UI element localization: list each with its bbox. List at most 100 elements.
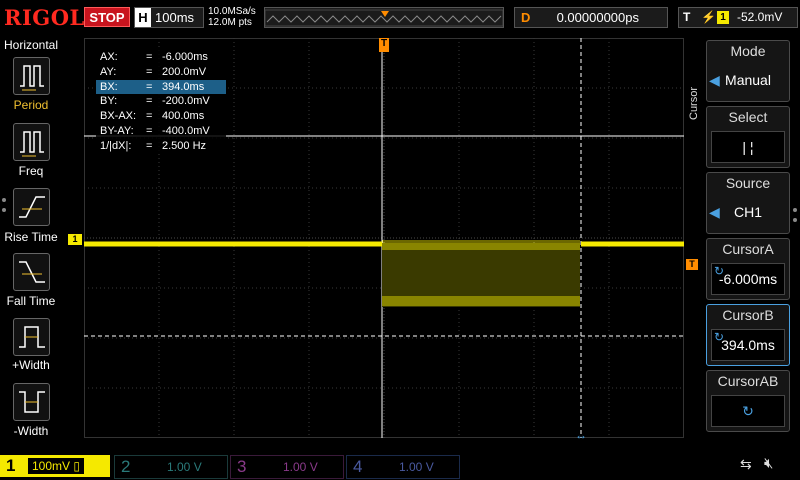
negative-width-button[interactable] xyxy=(13,383,50,421)
positive-width-button[interactable] xyxy=(13,318,50,356)
memory-overview-waveform xyxy=(265,9,503,27)
cursor-readout-row: AX: = -6.000ms xyxy=(96,50,226,65)
left-menu-title: Horizontal xyxy=(3,38,59,52)
positive-width-label: +Width xyxy=(12,358,50,372)
ch4-number: 4 xyxy=(353,457,363,476)
speaker-muted-icon[interactable]: 🔇︎ xyxy=(764,455,773,472)
readout-value: 400.0ms xyxy=(162,110,205,123)
mode-value: ◀ Manual xyxy=(709,65,785,97)
trigger-level-marker[interactable]: T xyxy=(686,259,698,270)
fall-time-label: Fall Time xyxy=(6,294,56,308)
period-label: Period xyxy=(13,98,49,112)
trigger-edge-icon: ⚡ xyxy=(701,10,716,24)
readout-equals: = xyxy=(146,80,153,93)
trigger-indicator[interactable]: T ⚡ 1 -52.0mV xyxy=(678,7,798,28)
readout-key: AX: xyxy=(100,51,118,63)
ch2-status[interactable]: 2 1.00 V xyxy=(114,455,228,479)
cursor-readout-row: AY: = 200.0mV xyxy=(96,65,226,80)
horizontal-position-icon: ↔ xyxy=(575,428,587,442)
mode-softkey[interactable]: Mode ◀ Manual xyxy=(706,40,790,102)
ch1-number: 1 xyxy=(6,456,16,475)
readout-value: 394.0ms xyxy=(162,80,205,93)
readout-value: -200.0mV xyxy=(162,95,210,108)
period-button[interactable] xyxy=(13,57,50,95)
rise-time-label: Rise Time xyxy=(4,230,58,244)
ch4-status[interactable]: 4 1.00 V xyxy=(346,455,460,479)
readout-equals: = xyxy=(146,65,153,78)
readout-value: -400.0mV xyxy=(162,124,210,137)
frequency-icon xyxy=(20,131,44,157)
readout-key: AY: xyxy=(100,65,117,78)
freq-label: Freq xyxy=(18,164,44,178)
cursor-a-title: CursorA xyxy=(722,241,774,257)
left-page-dot xyxy=(2,198,6,202)
source-value: ◀ CH1 xyxy=(709,197,785,229)
readout-key: BX: xyxy=(100,80,118,93)
cursor-b-softkey[interactable]: CursorB ↻ 394.0ms xyxy=(706,304,790,366)
left-arrow-icon: ◀ xyxy=(709,72,720,88)
cursor-b-title: CursorB xyxy=(722,307,774,323)
ch3-scale: 1.00 V xyxy=(283,460,318,474)
rise-time-icon xyxy=(19,196,45,218)
readout-key: BY-AY: xyxy=(100,124,134,137)
cursor-readout-row: BY-AY: = -400.0mV xyxy=(96,124,226,139)
memory-overview-bar[interactable] xyxy=(264,7,504,28)
select-title: Select xyxy=(728,109,768,125)
delay-indicator[interactable]: D 0.00000000ps xyxy=(514,7,668,28)
ch1-status[interactable]: 1 100mV ▯ xyxy=(0,455,110,477)
brand-logo: RIGOL xyxy=(4,5,85,30)
right-page-dot xyxy=(793,218,797,222)
readout-value: -6.000ms xyxy=(162,51,208,63)
readout-equals: = xyxy=(146,51,153,63)
readout-equals: = xyxy=(146,95,153,108)
ch2-scale: 1.00 V xyxy=(167,460,202,474)
ch3-number: 3 xyxy=(237,457,247,476)
ch3-status[interactable]: 3 1.00 V xyxy=(230,455,344,479)
delay-value: 0.00000000ps xyxy=(556,10,639,25)
sample-rate: 10.0MSa/s xyxy=(208,6,256,17)
left-page-dot xyxy=(2,208,6,212)
timebase-value: 100ms xyxy=(155,10,195,25)
timebase-label: H xyxy=(135,8,151,27)
source-softkey[interactable]: Source ◀ CH1 xyxy=(706,172,790,234)
cursor-a-softkey[interactable]: CursorA ↻ -6.000ms xyxy=(706,238,790,300)
rotate-knob-icon: ↻ xyxy=(714,264,725,278)
run-stop-indicator[interactable]: STOP xyxy=(84,7,130,27)
cursor-readout-panel: AX: = -6.000ms AY: = 200.0mV BX: = 394.0ms BY: = -2… xyxy=(96,50,226,154)
timebase-indicator[interactable]: H 100ms xyxy=(134,7,204,28)
trigger-position-marker[interactable]: T xyxy=(379,38,389,52)
rise-time-button[interactable] xyxy=(13,188,50,226)
sample-info: 10.0MSa/s 12.0M pts xyxy=(208,6,256,28)
ch4-scale: 1.00 V xyxy=(399,460,434,474)
negative-width-icon xyxy=(19,391,45,413)
fall-time-button[interactable] xyxy=(13,253,50,291)
mode-title: Mode xyxy=(730,43,766,59)
select-value: | ¦ xyxy=(711,131,785,163)
trigger-source-badge: 1 xyxy=(717,11,729,24)
ch1-reference-marker[interactable]: 1 xyxy=(68,234,82,245)
freq-button[interactable] xyxy=(13,123,50,161)
readout-key: BX-AX: xyxy=(100,110,137,123)
readout-value: 200.0mV xyxy=(162,65,207,78)
source-title: Source xyxy=(725,175,771,191)
cursor-readout-row: 1/|dX|: = 2.500 Hz xyxy=(96,139,226,154)
select-softkey[interactable]: Select | ¦ xyxy=(706,106,790,168)
cursor-readout-row: BX: = 394.0ms xyxy=(96,79,226,95)
right-page-dot xyxy=(793,208,797,212)
rotate-knob-icon: ↻ xyxy=(711,395,785,427)
readout-equals: = xyxy=(146,110,153,123)
usb-icon: ⇆ xyxy=(740,456,752,472)
ch2-number: 2 xyxy=(121,457,131,476)
trigger-level: -52.0mV xyxy=(737,10,783,24)
memory-depth: 12.0M pts xyxy=(208,17,252,28)
positive-width-icon xyxy=(19,326,45,348)
readout-key: BY: xyxy=(100,95,118,108)
cursor-readout-row: BY: = -200.0mV xyxy=(96,94,226,109)
ch1-scale: 100mV ▯ xyxy=(28,458,84,474)
period-icon xyxy=(20,65,44,91)
delay-label: D xyxy=(521,10,531,25)
trigger-label: T xyxy=(683,10,691,24)
cursor-ab-softkey[interactable]: CursorAB ↻ xyxy=(706,370,790,432)
cursor-ab-title: CursorAB xyxy=(717,373,779,389)
readout-key: 1/|dX|: xyxy=(100,139,132,152)
